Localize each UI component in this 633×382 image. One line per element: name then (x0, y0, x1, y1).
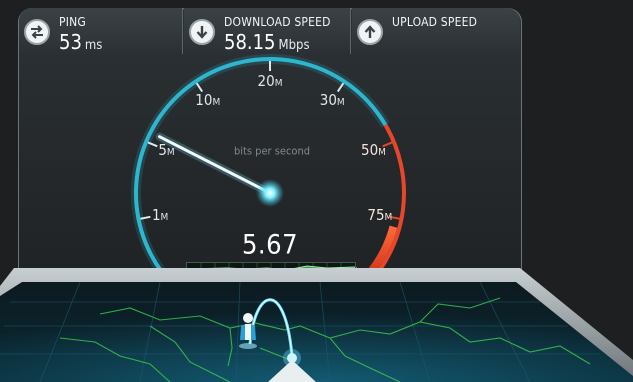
gauge-tick-number: 20 (257, 72, 275, 90)
gauge-tick-label: 10M (195, 91, 220, 109)
gauge-tick-unit: M (166, 147, 175, 159)
gauge-tick-label: 75M (367, 206, 392, 224)
gauge-tick-number: 1 (151, 205, 161, 224)
gauge-tick-unit: M (384, 211, 393, 223)
gauge-tick-label: 1M (152, 206, 168, 224)
gauge-tick-label: 50M (361, 141, 386, 159)
gauge-tick-number: 10 (195, 90, 213, 109)
needle-hub (256, 179, 284, 207)
gauge-tick-number: 75 (367, 205, 385, 224)
gauge-tick-label: 30M (320, 91, 345, 109)
gauge-tick-unit: M (274, 78, 283, 89)
gauge-tick-number: 5 (158, 141, 167, 160)
gauge-tick-unit: M (336, 96, 345, 108)
bits-per-second-caption: bits per second (233, 144, 311, 158)
map-base (0, 268, 633, 382)
gauge-tick-unit: M (212, 96, 221, 108)
current-speed-readout: 5.67 (241, 229, 299, 261)
gauge-tick-label: 5M (158, 141, 174, 159)
gauge-tick-unit: M (378, 147, 386, 159)
gauge-tick-number: 30 (319, 90, 337, 109)
gauge-tick-number: 50 (361, 141, 379, 160)
gauge-tick-label: 20M (258, 72, 283, 90)
gauge-tick-unit: M (160, 211, 169, 223)
